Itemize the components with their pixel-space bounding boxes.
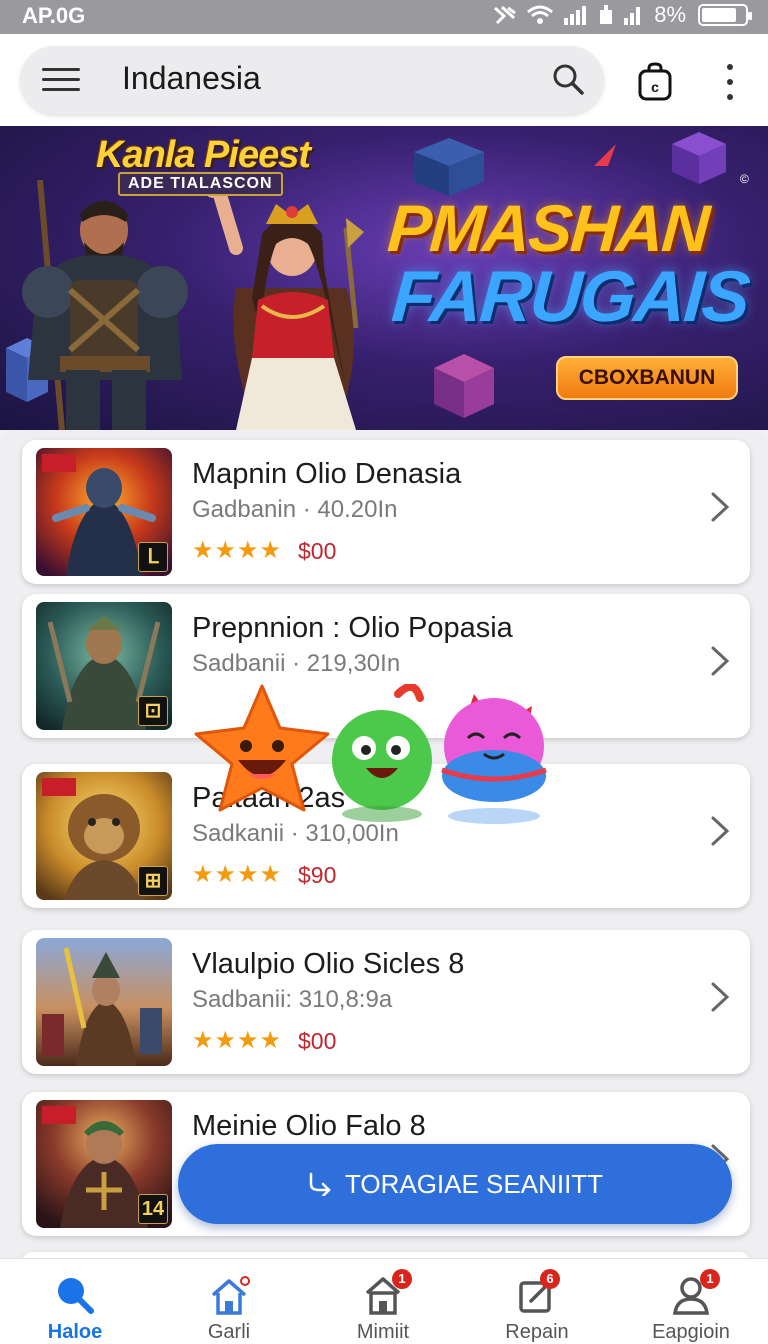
game-title: Vlaulpio Olio Sicles 8: [192, 948, 465, 980]
game-thumbnail: ⊞: [36, 772, 172, 900]
wifi-icon: [527, 5, 554, 24]
shopping-bag-icon[interactable]: c: [636, 62, 674, 102]
chevron-right-icon[interactable]: [708, 980, 732, 1014]
cube-decoration: [434, 354, 494, 418]
game-meta: Sadbanii: 310,8:9a: [192, 986, 393, 1013]
game-title: Mapnin Olio Denasia: [192, 458, 462, 490]
warrior-character-illustration: [22, 180, 188, 430]
nav-item-repain[interactable]: 6 Repain: [462, 1259, 612, 1344]
banner-brand-subtitle: ADE TIALASCON: [118, 172, 283, 196]
game-badge: ⊞: [138, 866, 168, 896]
share-arrow-icon: [309, 1172, 331, 1196]
banner-headline-2: FARUGAIS: [389, 257, 751, 337]
mascots-illustration: [194, 684, 547, 824]
floating-action-button[interactable]: TORAGIAE SEANIITT: [178, 1144, 732, 1224]
nav-label: Eapgioin: [652, 1321, 730, 1343]
game-price: $00: [298, 1028, 337, 1054]
rating-stars: ★★★★: [192, 1027, 283, 1054]
game-list-item[interactable]: Vlaulpio Olio Sicles 8 Sadbanii: 310,8:9…: [22, 930, 750, 1074]
rating-stars: ★★★★: [192, 537, 283, 564]
notification-badge: 6: [540, 1269, 560, 1289]
sim-icon: [600, 5, 613, 24]
rating-stars: ★★★★: [192, 861, 283, 888]
nav-item-garli[interactable]: Garli: [154, 1259, 304, 1344]
arrow-decoration: [594, 144, 616, 166]
notification-badge: 1: [700, 1269, 720, 1289]
search-icon[interactable]: [552, 63, 584, 95]
carrier-label: AP.0G: [22, 3, 86, 28]
cube-decoration: [672, 132, 726, 184]
menu-icon[interactable]: [42, 68, 80, 92]
chevron-right-icon[interactable]: [708, 644, 732, 678]
nav-label: Repain: [505, 1321, 569, 1343]
game-meta: Gadbanin · 40.20In: [192, 496, 398, 523]
star-mascot: [194, 684, 330, 812]
chevron-right-icon[interactable]: [708, 490, 732, 524]
chevron-right-icon[interactable]: [708, 814, 732, 848]
game-list-item[interactable]: ᒪ Mapnin Olio Denasia Gadbanin · 40.20In…: [22, 440, 750, 584]
nav-label: Garli: [207, 1321, 251, 1343]
game-badge: ᒪ: [138, 542, 168, 572]
status-icons: 8%: [492, 2, 752, 28]
app-bar: Indanesia c: [0, 34, 768, 126]
game-thumbnail: ᒪ: [36, 448, 172, 576]
game-price: $00: [298, 538, 337, 564]
game-thumbnail: [36, 938, 172, 1066]
banner-cta-button[interactable]: CBOXBANUN: [556, 356, 738, 400]
game-meta: Sadbanii · 219,30In: [192, 650, 401, 677]
promo-banner[interactable]: Kanla Pieest ADE TIALASCON PMASHAN FARUG…: [0, 126, 768, 430]
fab-label: TORAGIAE SEANIITT: [344, 1168, 604, 1199]
game-art-image: [36, 938, 172, 1066]
registered-mark: ©: [740, 172, 749, 186]
battery-percent: 8%: [654, 2, 686, 27]
game-price: $90: [298, 862, 337, 888]
heroine-character-illustration: [202, 188, 364, 430]
nav-item-mimiit[interactable]: 1 Mimiit: [308, 1259, 458, 1344]
banner-headline-1: PMASHAN: [385, 191, 711, 265]
nav-item-haloe[interactable]: Haloe: [0, 1259, 150, 1344]
game-title: Meinie Olio Falo 8: [192, 1110, 426, 1142]
nav-label: Mimiit: [356, 1321, 410, 1343]
nfc-icon: [494, 5, 517, 25]
game-thumbnail: ⊡: [36, 602, 172, 730]
home-icon: [211, 1276, 250, 1315]
bottom-navigation: Haloe Garli 1 Mimiit 6 Repain 1 Eapgioin: [0, 1258, 768, 1344]
game-title: Prepnnion : Olio Popasia: [192, 612, 513, 644]
megaphone-icon: [58, 1278, 94, 1314]
game-badge: 14: [138, 1194, 168, 1224]
game-badge: ⊡: [138, 696, 168, 726]
status-bar: AP.0G 8%: [0, 0, 768, 34]
svg-text:c: c: [651, 79, 659, 95]
signal-icon-2: [624, 7, 641, 25]
battery-icon: [698, 4, 752, 26]
search-bar[interactable]: Indanesia: [20, 46, 604, 114]
banner-brand: Kanla Pieest: [96, 134, 311, 176]
notification-badge: 1: [392, 1269, 412, 1289]
app-title: Indanesia: [122, 60, 261, 96]
nav-item-eapgioin[interactable]: 1 Eapgioin: [616, 1259, 766, 1344]
signal-icon: [564, 6, 587, 25]
game-list: ᒪ Mapnin Olio Denasia Gadbanin · 40.20In…: [0, 430, 768, 1272]
pink-mascot: [441, 694, 547, 824]
green-mascot: [332, 684, 432, 822]
game-thumbnail: 14: [36, 1100, 172, 1228]
more-options-icon[interactable]: [720, 64, 740, 100]
nav-label: Haloe: [47, 1321, 103, 1343]
